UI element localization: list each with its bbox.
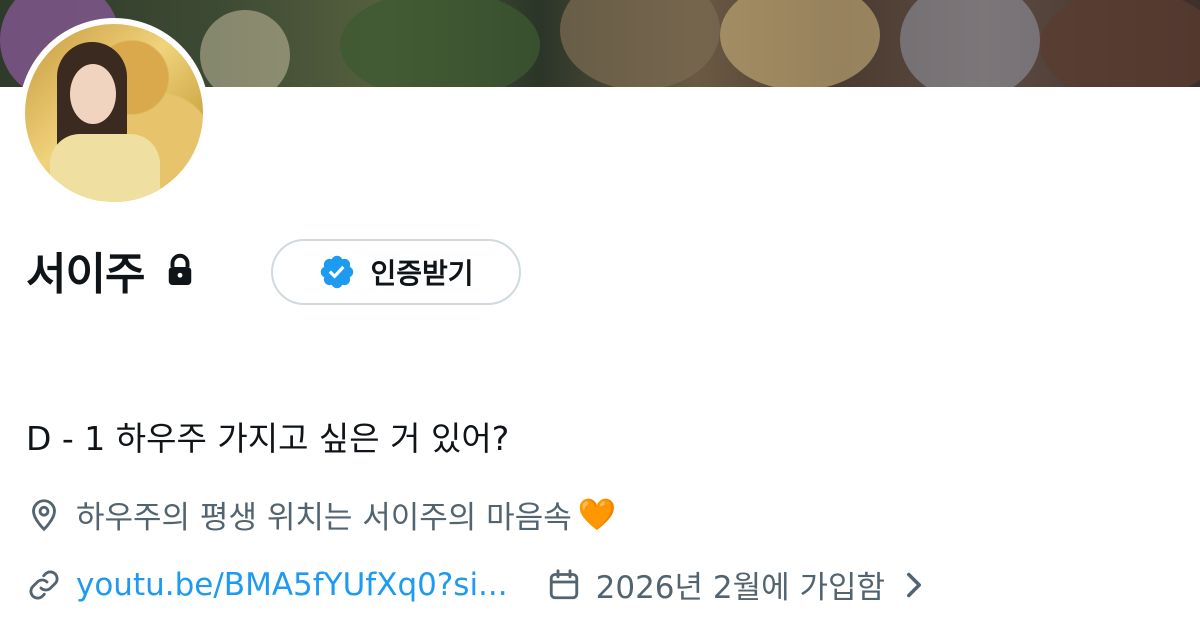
profile-name-row: 서이주 (26, 238, 198, 302)
get-verified-label: 인증받기 (370, 257, 474, 290)
profile-bio: D - 1 하우주 가지고 싶은 거 있어? (26, 419, 510, 458)
orange-heart-emoji: 🧡 (577, 497, 617, 533)
location-text: 하우주의 평생 위치는 서이주의 마음속 (76, 500, 572, 536)
profile-website-link[interactable]: youtu.be/BMA5fYUfXq0?si... (76, 567, 508, 603)
avatar[interactable] (25, 24, 203, 202)
calendar-icon (549, 568, 578, 599)
profile-name: 서이주 (26, 249, 145, 300)
lock-icon (169, 253, 192, 285)
get-verified-button[interactable]: 인증받기 (271, 239, 521, 305)
joined-text: 2026년 2월에 가입함 (595, 570, 886, 606)
verified-badge-icon (321, 255, 354, 289)
joined-date[interactable]: 2026년 2월에 가입함 (546, 562, 925, 607)
location-pin-icon (32, 498, 56, 531)
profile-location: 하우주의 평생 위치는 서이주의 마음속 🧡 (26, 492, 616, 537)
profile-meta-row: youtu.be/BMA5fYUfXq0?si... 2026년 2월에 가입함 (26, 562, 925, 607)
link-icon (29, 570, 59, 599)
chevron-right-icon (907, 572, 922, 597)
